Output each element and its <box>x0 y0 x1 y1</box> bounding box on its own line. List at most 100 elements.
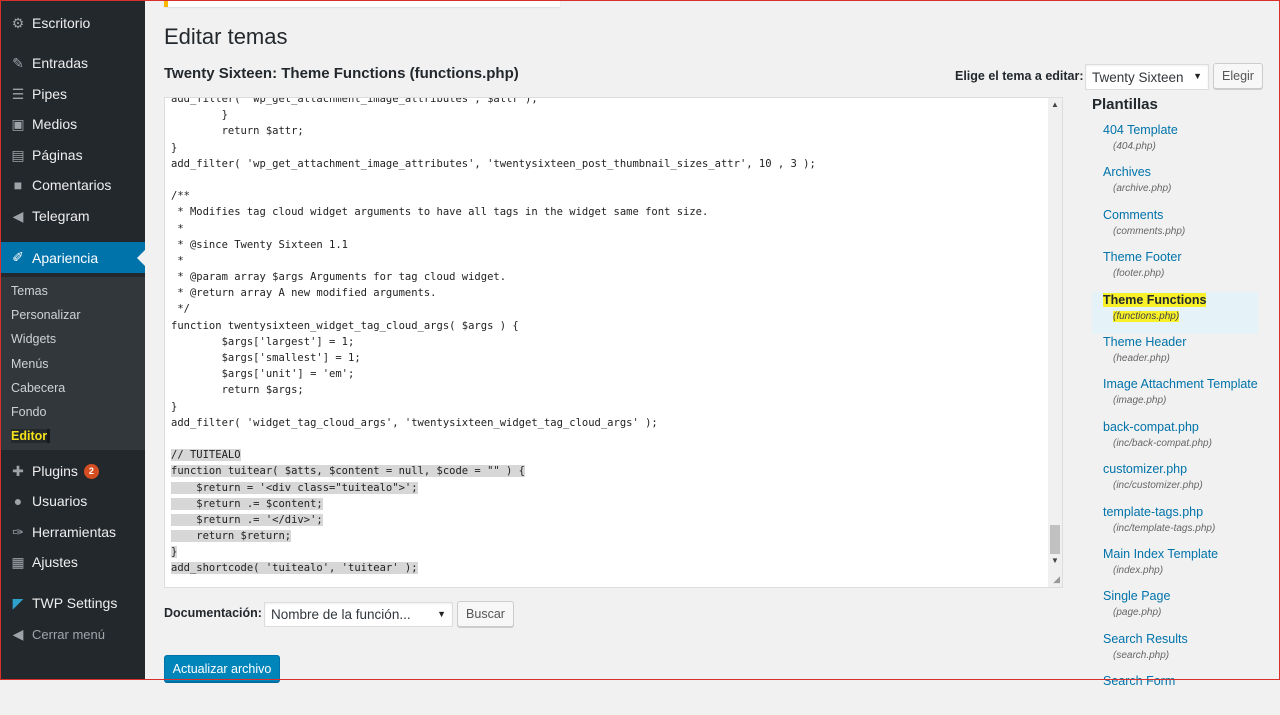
code-line: /** <box>171 190 190 203</box>
code-line: // TUITEALO <box>171 447 816 463</box>
theme-select[interactable]: Twenty Sixteen ▼ <box>1085 64 1209 90</box>
scroll-down-icon[interactable]: ▼ <box>1048 556 1062 568</box>
active-arrow <box>137 250 145 266</box>
page-title: Editar temas <box>164 24 288 49</box>
template-file: (header.php) <box>1113 352 1170 364</box>
selected-code: return $return; <box>171 530 292 543</box>
theme-select-value: Twenty Sixteen <box>1092 69 1184 85</box>
template-name[interactable]: Theme Functions <box>1103 292 1258 309</box>
template-item[interactable]: Image Attachment Template (image.php) <box>1092 376 1262 418</box>
menu-entradas[interactable]: ✎ Entradas <box>0 48 145 78</box>
code-editor[interactable]: add_filter( 'wp_get_attachment_image_att… <box>164 97 1063 588</box>
code-content[interactable]: add_filter( 'wp_get_attachment_image_att… <box>171 98 816 577</box>
template-item[interactable]: template-tags.php (inc/template-tags.php) <box>1092 504 1262 546</box>
template-file: (inc/back-compat.php) <box>1113 437 1212 449</box>
template-item[interactable]: Theme Footer (footer.php) <box>1092 249 1262 291</box>
resize-grip-icon[interactable]: ◢ <box>1053 574 1060 585</box>
submenu-temas[interactable]: Temas <box>11 284 48 298</box>
template-name[interactable]: Comments <box>1103 207 1262 224</box>
menu-paginas[interactable]: ▤ Páginas <box>0 140 145 170</box>
submenu-cabecera[interactable]: Cabecera <box>11 381 65 395</box>
template-item[interactable]: customizer.php (inc/customizer.php) <box>1092 461 1262 503</box>
code-line: return $return; <box>171 528 816 544</box>
submenu-personalizar[interactable]: Personalizar <box>11 308 80 322</box>
template-item[interactable]: Main Index Template (index.php) <box>1092 546 1262 588</box>
template-file: (comments.php) <box>1113 225 1186 237</box>
template-name[interactable]: 404 Template <box>1103 122 1262 139</box>
template-name[interactable]: Main Index Template <box>1103 546 1262 563</box>
template-file: (inc/customizer.php) <box>1113 480 1203 492</box>
submenu-fondo[interactable]: Fondo <box>11 405 46 419</box>
template-name[interactable]: template-tags.php <box>1103 504 1262 521</box>
templates-list: 404 Template (404.php) Archives (archive.ph… <box>1092 122 1262 715</box>
menu-herramientas[interactable]: ✑ Herramientas <box>0 517 145 547</box>
template-name[interactable]: Search Form <box>1103 673 1262 690</box>
chevron-down-icon: ▼ <box>1193 71 1202 81</box>
template-item[interactable]: Archives (archive.php) <box>1092 164 1262 206</box>
submenu-widgets[interactable]: Widgets <box>11 332 56 346</box>
appearance-submenu: Temas Personalizar Widgets Menús Cabecer… <box>0 277 145 450</box>
selected-code: } <box>171 546 178 559</box>
template-item[interactable]: Search Form <box>1092 673 1262 715</box>
selected-code: // TUITEALO <box>171 449 241 462</box>
menu-label: Medios <box>32 116 78 132</box>
code-line: $return = '<div class="tuitealo">'; <box>171 480 816 496</box>
menu-escritorio[interactable]: ⚙ Escritorio <box>0 8 145 38</box>
template-item[interactable]: back-compat.php (inc/back-compat.php) <box>1092 419 1262 461</box>
code-line: } <box>171 400 178 413</box>
template-name[interactable]: Single Page <box>1103 588 1262 605</box>
template-item[interactable]: 404 Template (404.php) <box>1092 122 1262 164</box>
code-line: $return .= $content; <box>171 496 816 512</box>
code-line: */ <box>171 303 190 316</box>
template-item[interactable]: Comments (comments.php) <box>1092 207 1262 249</box>
update-file-button[interactable]: Actualizar archivo <box>164 655 280 682</box>
template-item[interactable]: Single Page (page.php) <box>1092 588 1262 630</box>
settings-icon: ▦ <box>11 553 25 570</box>
menu-usuarios[interactable]: ● Usuarios <box>0 486 145 516</box>
menu-label: Comentarios <box>32 177 112 193</box>
menu-ajustes[interactable]: ▦ Ajustes <box>0 547 145 577</box>
template-name[interactable]: Archives <box>1103 164 1262 181</box>
template-name[interactable]: back-compat.php <box>1103 419 1262 436</box>
scroll-thumb[interactable] <box>1050 525 1060 554</box>
menu-twp-settings[interactable]: ◤ TWP Settings <box>0 588 145 618</box>
update-count-badge: 2 <box>83 463 99 479</box>
menu-label: Telegram <box>32 208 90 224</box>
pin-icon: ✎ <box>12 54 24 71</box>
template-name[interactable]: Search Results <box>1103 631 1262 648</box>
code-line: } <box>171 544 816 560</box>
template-item[interactable]: Theme Functions (functions.php) <box>1092 291 1258 334</box>
submenu-menus[interactable]: Menús <box>11 357 49 371</box>
menu-medios[interactable]: ▣ Medios <box>0 109 145 139</box>
menu-pipes[interactable]: ☰ Pipes <box>0 79 145 109</box>
template-name[interactable]: customizer.php <box>1103 461 1262 478</box>
code-line: function tuitear( $atts, $content = null… <box>171 463 816 479</box>
menu-telegram[interactable]: ◀ Telegram <box>0 201 145 231</box>
function-select[interactable]: Nombre de la función... ▼ <box>264 602 453 627</box>
scroll-up-icon[interactable]: ▲ <box>1048 100 1062 112</box>
menu-comentarios[interactable]: ■ Comentarios <box>0 170 145 200</box>
selected-code: $return = '<div class="tuitealo">'; <box>171 481 418 494</box>
editor-scrollbar[interactable] <box>1048 98 1062 587</box>
template-item[interactable]: Search Results (search.php) <box>1092 631 1262 673</box>
submenu-editor[interactable]: Editor <box>11 429 51 443</box>
menu-plugins[interactable]: ✚ Plugins 2 <box>0 456 145 486</box>
code-line: add_filter( 'widget_tag_cloud_args', 'tw… <box>171 416 658 429</box>
template-file: (inc/template-tags.php) <box>1113 522 1216 534</box>
menu-label: Entradas <box>32 55 89 71</box>
menu-apariencia[interactable]: ✐ Apariencia <box>0 242 145 273</box>
user-icon: ● <box>13 493 23 509</box>
telegram-icon: ◤ <box>12 594 24 611</box>
template-name[interactable]: Image Attachment Template <box>1103 376 1262 393</box>
menu-collapse[interactable]: ◀ Cerrar menú <box>0 619 145 649</box>
code-line: $args['unit'] = 'em'; <box>171 368 355 381</box>
function-select-value: Nombre de la función... <box>271 607 411 622</box>
template-name[interactable]: Theme Footer <box>1103 249 1262 266</box>
notice-box <box>164 0 560 7</box>
choose-theme-button[interactable]: Elegir <box>1213 63 1263 89</box>
template-name[interactable]: Theme Header <box>1103 334 1262 351</box>
lookup-button[interactable]: Buscar <box>457 601 514 627</box>
template-item[interactable]: Theme Header (header.php) <box>1092 334 1262 376</box>
code-line: * @return array A new modified arguments… <box>171 287 437 300</box>
